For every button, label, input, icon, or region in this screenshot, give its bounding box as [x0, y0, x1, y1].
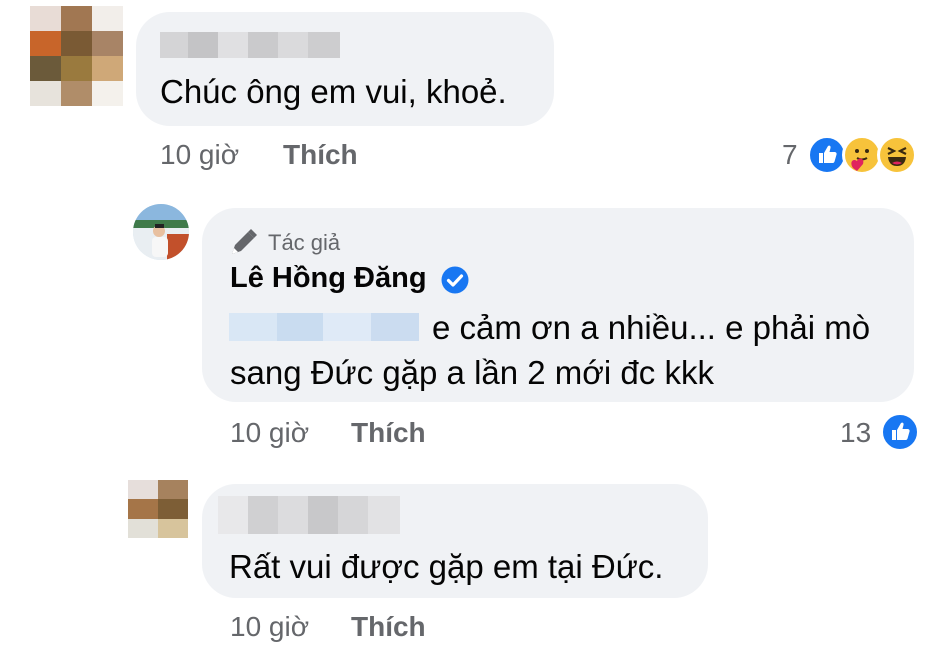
- comment-text: Chúc ông em vui, khoẻ.: [160, 73, 507, 110]
- avatar[interactable]: [128, 480, 188, 538]
- reaction-count[interactable]: 7: [782, 139, 798, 171]
- like-icon: [807, 135, 847, 175]
- author-name[interactable]: Lê Hồng Đăng: [230, 262, 427, 295]
- haha-icon: [877, 135, 917, 175]
- pencil-icon: [228, 228, 258, 258]
- like-button[interactable]: Thích: [351, 417, 426, 449]
- comment-text-line: e cảm ơn a nhiều... e phải mò: [432, 309, 871, 346]
- author-badge-label: Tác giả: [268, 230, 341, 255]
- like-icon: [880, 412, 920, 452]
- author-avatar[interactable]: [133, 204, 189, 260]
- like-button[interactable]: Thích: [351, 611, 426, 643]
- reaction-count[interactable]: 13: [840, 417, 871, 449]
- comment-timestamp[interactable]: 10 giờ: [230, 611, 309, 643]
- blurred-mention[interactable]: [229, 313, 419, 341]
- blurred-commenter-name[interactable]: [218, 496, 400, 534]
- blurred-commenter-name[interactable]: [160, 32, 340, 58]
- comment-timestamp[interactable]: 10 giờ: [230, 417, 309, 449]
- like-button[interactable]: Thích: [283, 139, 358, 171]
- comment-timestamp[interactable]: 10 giờ: [160, 139, 239, 171]
- avatar[interactable]: [30, 6, 123, 106]
- comment-text-line: sang Đức gặp a lần 2 mới đc kkk: [230, 354, 714, 391]
- verified-icon: [440, 265, 470, 295]
- comment-text: Rất vui được gặp em tại Đức.: [229, 548, 664, 585]
- care-icon: [842, 135, 882, 175]
